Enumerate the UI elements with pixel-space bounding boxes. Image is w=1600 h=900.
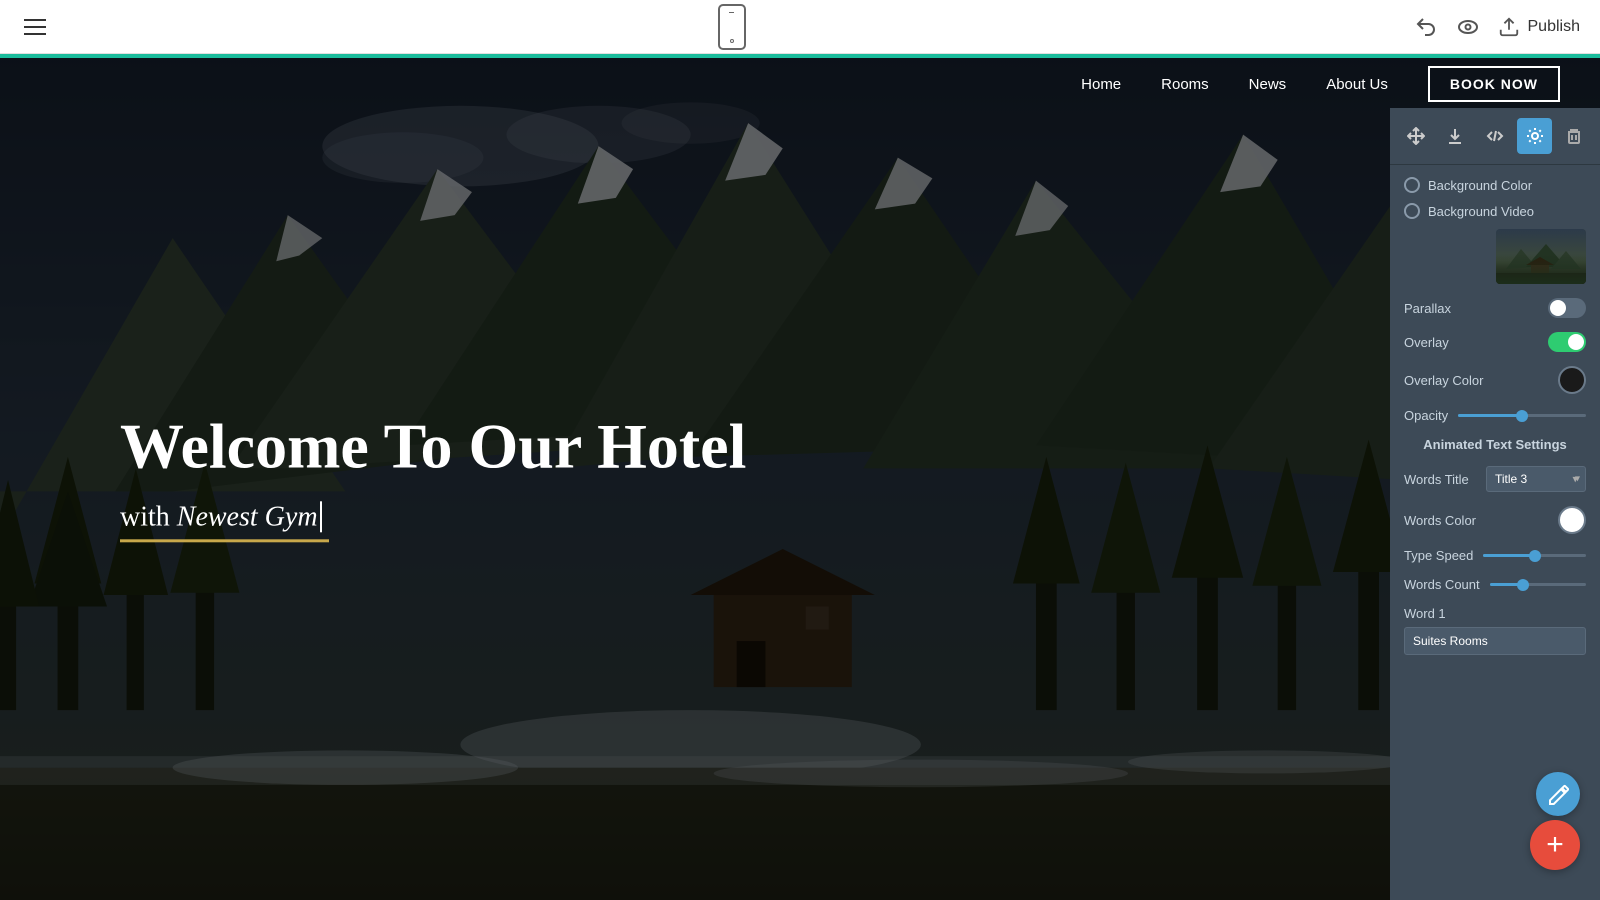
overlay-color-label: Overlay Color <box>1404 373 1483 388</box>
panel-toolbar <box>1390 108 1600 165</box>
background-thumbnail[interactable] <box>1496 229 1586 284</box>
opacity-row: Opacity <box>1404 408 1586 423</box>
parallax-label: Parallax <box>1404 301 1451 316</box>
hero-title: Welcome To Our Hotel <box>120 411 746 481</box>
parallax-toggle[interactable] <box>1548 298 1586 318</box>
bg-color-label: Background Color <box>1428 178 1532 193</box>
nav-about[interactable]: About Us <box>1326 76 1388 93</box>
bg-video-label: Background Video <box>1428 204 1534 219</box>
words-title-dropdown-wrapper: Title 1 Title 2 Title 3 Title 4 ▾ <box>1486 466 1586 492</box>
words-color-row: Words Color <box>1404 506 1586 534</box>
mobile-preview-icon[interactable] <box>718 4 746 50</box>
type-speed-row: Type Speed <box>1404 548 1586 563</box>
word1-label-row: Word 1 <box>1404 606 1586 621</box>
text-cursor <box>320 502 329 533</box>
opacity-thumb[interactable] <box>1516 410 1528 422</box>
type-speed-label: Type Speed <box>1404 548 1473 563</box>
type-speed-slider[interactable] <box>1483 554 1586 557</box>
opacity-slider[interactable] <box>1458 414 1586 417</box>
word1-input[interactable] <box>1404 627 1586 655</box>
hamburger-menu[interactable] <box>20 15 50 39</box>
words-title-dropdown[interactable]: Title 1 Title 2 Title 3 Title 4 <box>1486 466 1586 492</box>
download-tool-button[interactable] <box>1438 118 1474 154</box>
site-navigation: Home Rooms News About Us BOOK NOW <box>0 54 1600 114</box>
bg-color-option[interactable]: Background Color <box>1404 177 1586 193</box>
animated-text-settings-header: Animated Text Settings <box>1404 437 1586 452</box>
preview-icon[interactable] <box>1456 15 1480 39</box>
bg-thumbnail-wrapper <box>1404 229 1586 284</box>
code-tool-button[interactable] <box>1477 118 1513 154</box>
words-count-label: Words Count <box>1404 577 1480 592</box>
toolbar-right: Publish <box>1414 15 1580 39</box>
overlay-color-row: Overlay Color <box>1404 366 1586 394</box>
type-speed-thumb[interactable] <box>1529 550 1541 562</box>
parallax-row: Parallax <box>1404 298 1586 318</box>
parallax-knob <box>1550 300 1566 316</box>
words-color-label: Words Color <box>1404 513 1476 528</box>
main-canvas: Home Rooms News About Us BOOK NOW Welcom… <box>0 54 1600 900</box>
nav-news[interactable]: News <box>1249 76 1287 93</box>
nav-home[interactable]: Home <box>1081 76 1121 93</box>
hero-subtitle: with Newest Gym <box>120 502 329 543</box>
nav-rooms[interactable]: Rooms <box>1161 76 1209 93</box>
hero-text-area: Welcome To Our Hotel with Newest Gym <box>120 411 746 542</box>
fab-add-button[interactable]: + <box>1530 820 1580 870</box>
words-title-label: Words Title <box>1404 472 1469 487</box>
words-count-thumb[interactable] <box>1517 579 1529 591</box>
overlay-toggle[interactable] <box>1548 332 1586 352</box>
book-now-button[interactable]: BOOK NOW <box>1428 66 1560 102</box>
words-count-row: Words Count <box>1404 577 1586 592</box>
fab-edit-button[interactable] <box>1536 772 1580 816</box>
add-icon: + <box>1546 830 1564 860</box>
bg-video-radio[interactable] <box>1404 203 1420 219</box>
move-tool-button[interactable] <box>1398 118 1434 154</box>
toolbar-left <box>20 15 50 39</box>
settings-tool-button[interactable] <box>1517 118 1553 154</box>
overlay-knob <box>1568 334 1584 350</box>
word1-label: Word 1 <box>1404 606 1446 621</box>
words-color-swatch[interactable] <box>1558 506 1586 534</box>
top-toolbar: Publish <box>0 0 1600 54</box>
hero-highlight: Newest Gym <box>177 502 318 533</box>
words-title-row: Words Title Title 1 Title 2 Title 3 Titl… <box>1404 466 1586 492</box>
publish-button[interactable]: Publish <box>1498 16 1580 38</box>
word1-section: Word 1 <box>1404 606 1586 655</box>
overlay-label: Overlay <box>1404 335 1449 350</box>
undo-icon[interactable] <box>1414 15 1438 39</box>
overlay-color-swatch[interactable] <box>1558 366 1586 394</box>
toolbar-center <box>718 4 746 50</box>
opacity-label: Opacity <box>1404 408 1448 423</box>
delete-tool-button[interactable] <box>1556 118 1592 154</box>
bg-video-option[interactable]: Background Video <box>1404 203 1586 219</box>
bg-color-radio[interactable] <box>1404 177 1420 193</box>
overlay-row: Overlay <box>1404 332 1586 352</box>
words-count-slider[interactable] <box>1490 583 1586 586</box>
canvas-top-border <box>0 54 1600 58</box>
